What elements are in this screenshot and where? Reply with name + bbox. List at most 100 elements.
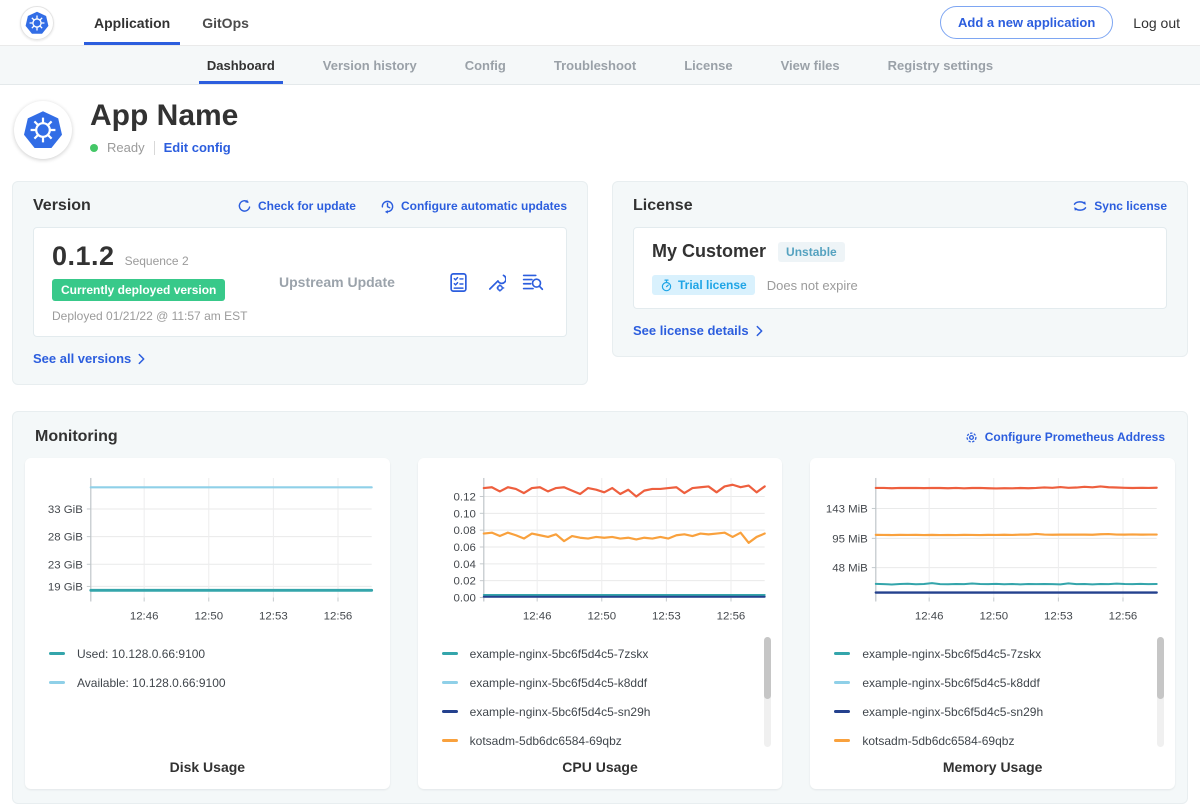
chevron-right-icon xyxy=(138,353,145,365)
svg-text:23 GiB: 23 GiB xyxy=(48,559,83,571)
chart-title: CPU Usage xyxy=(428,759,773,775)
legend-item: kotsadm-5db6dc6584-69qbz xyxy=(442,726,767,755)
topnav-tabs: ApplicationGitOps xyxy=(78,0,265,45)
config-wrench-icon[interactable] xyxy=(485,272,506,293)
configure-prometheus-link[interactable]: Configure Prometheus Address xyxy=(964,430,1165,445)
monitoring-title: Monitoring xyxy=(35,428,118,446)
add-application-button[interactable]: Add a new application xyxy=(940,6,1113,39)
subnav-tab-dashboard[interactable]: Dashboard xyxy=(183,46,299,84)
legend-label: example-nginx-5bc6f5d4c5-7zskx xyxy=(862,647,1041,661)
license-panel: License Sync license xyxy=(612,181,1188,357)
legend-item: example-nginx-5bc6f5d4c5-sn29h xyxy=(834,697,1159,726)
svg-text:0.12: 0.12 xyxy=(453,491,475,503)
legend-item: kotsadm-5db6dc6584-69qbz xyxy=(834,726,1159,755)
svg-text:12:56: 12:56 xyxy=(1109,610,1138,622)
chart-title: Disk Usage xyxy=(35,759,380,775)
svg-text:0.08: 0.08 xyxy=(453,525,475,537)
charts-row: 33 GiB28 GiB23 GiB19 GiB12:4612:5012:531… xyxy=(25,458,1175,789)
topnav-right: Add a new application Log out xyxy=(940,6,1180,39)
current-version-card: 0.1.2 Sequence 2 Currently deployed vers… xyxy=(33,227,567,337)
legend-scrollbar-thumb[interactable] xyxy=(1157,637,1164,699)
legend-scrollbar[interactable] xyxy=(764,637,771,747)
check-for-update-link[interactable]: Check for update xyxy=(237,199,356,214)
app-header: App Name Ready Edit config xyxy=(0,85,1200,175)
customer-name: My Customer xyxy=(652,241,766,262)
license-card: My Customer Unstable xyxy=(633,227,1167,309)
legend-scrollbar-thumb[interactable] xyxy=(764,637,771,699)
chart-legend: Used: 10.128.0.66:9100 Available: 10.128.… xyxy=(35,633,380,753)
chart-title: Memory Usage xyxy=(820,759,1165,775)
svg-text:12:53: 12:53 xyxy=(652,610,681,622)
chart-plot-cpu-usage: 0.120.100.080.060.040.020.0012:4612:5012… xyxy=(428,470,773,633)
subnav-tab-troubleshoot[interactable]: Troubleshoot xyxy=(530,46,660,84)
legend-label: Available: 10.128.0.66:9100 xyxy=(77,676,226,690)
sync-license-link[interactable]: Sync license xyxy=(1072,198,1167,214)
sync-arrows-icon xyxy=(1072,198,1088,214)
legend-dash-icon xyxy=(834,652,850,655)
subnav-tab-registry-settings[interactable]: Registry settings xyxy=(864,46,1017,84)
configure-automatic-updates-link[interactable]: Configure automatic updates xyxy=(380,199,567,214)
version-panel-title: Version xyxy=(33,197,91,215)
legend-label: example-nginx-5bc6f5d4c5-k8ddf xyxy=(862,676,1039,690)
schedule-icon xyxy=(380,199,395,214)
license-expiry: Does not expire xyxy=(767,278,858,293)
topnav-tab-gitops[interactable]: GitOps xyxy=(186,0,265,45)
svg-text:33 GiB: 33 GiB xyxy=(48,504,83,516)
refresh-icon xyxy=(237,199,252,214)
legend-dash-icon xyxy=(834,681,850,684)
legend-dash-icon xyxy=(442,739,458,742)
chart-card-cpu-usage: 0.120.100.080.060.040.020.0012:4612:5012… xyxy=(418,458,783,789)
see-license-details-link[interactable]: See license details xyxy=(633,323,763,338)
kubernetes-logo-icon[interactable] xyxy=(20,6,54,40)
preflight-checks-icon[interactable] xyxy=(448,272,469,293)
subnav-tab-view-files[interactable]: View files xyxy=(757,46,864,84)
chart-plot-disk-usage: 33 GiB28 GiB23 GiB19 GiB12:4612:5012:531… xyxy=(35,470,380,633)
svg-text:95 MiB: 95 MiB xyxy=(833,533,869,545)
version-sequence: Sequence 2 xyxy=(125,254,189,268)
svg-text:12:50: 12:50 xyxy=(587,610,616,622)
legend-dash-icon xyxy=(442,710,458,713)
svg-text:12:53: 12:53 xyxy=(259,610,288,622)
chart-plot-memory-usage: 143 MiB95 MiB48 MiB12:4612:5012:5312:56 xyxy=(820,470,1165,633)
svg-text:12:56: 12:56 xyxy=(716,610,745,622)
chart-legend: example-nginx-5bc6f5d4c5-7zskx example-ng… xyxy=(820,633,1165,753)
legend-dash-icon xyxy=(442,681,458,684)
svg-text:12:53: 12:53 xyxy=(1044,610,1073,622)
legend-item: Used: 10.128.0.66:9100 xyxy=(49,639,374,668)
view-diff-icon[interactable] xyxy=(522,271,544,293)
legend-label: Used: 10.128.0.66:9100 xyxy=(77,647,205,661)
svg-text:12:50: 12:50 xyxy=(980,610,1009,622)
subnav-tab-config[interactable]: Config xyxy=(441,46,530,84)
legend-dash-icon xyxy=(834,710,850,713)
svg-text:19 GiB: 19 GiB xyxy=(48,581,83,593)
edit-config-link[interactable]: Edit config xyxy=(164,140,231,155)
subnav-tab-version-history[interactable]: Version history xyxy=(299,46,441,84)
svg-text:12:46: 12:46 xyxy=(130,610,159,622)
legend-scrollbar[interactable] xyxy=(1157,637,1164,747)
topnav-tab-application[interactable]: Application xyxy=(78,0,186,45)
legend-item: example-nginx-5bc6f5d4c5-7zskx xyxy=(442,639,767,668)
svg-text:0.10: 0.10 xyxy=(453,508,475,520)
legend-item: Available: 10.128.0.66:9100 xyxy=(49,668,374,697)
chart-legend: example-nginx-5bc6f5d4c5-7zskxexample-ng… xyxy=(428,633,773,753)
svg-text:12:56: 12:56 xyxy=(324,610,353,622)
logout-link[interactable]: Log out xyxy=(1133,15,1180,31)
status-dot xyxy=(90,144,98,152)
cards-row: Version Check for update xyxy=(12,181,1188,385)
version-source: Upstream Update xyxy=(279,274,448,290)
legend-item: example-nginx-5bc6f5d4c5-7zskx xyxy=(834,639,1159,668)
monitoring-panel: Monitoring Configure Prometheus Address … xyxy=(12,411,1188,804)
svg-text:48 MiB: 48 MiB xyxy=(833,563,869,575)
app-status-row: Ready Edit config xyxy=(90,140,238,155)
stopwatch-icon xyxy=(660,279,673,292)
subnav-tab-license[interactable]: License xyxy=(660,46,756,84)
svg-text:0.06: 0.06 xyxy=(453,542,475,554)
legend-dash-icon xyxy=(442,652,458,655)
divider xyxy=(154,141,155,155)
version-panel: Version Check for update xyxy=(12,181,588,385)
see-all-versions-link[interactable]: See all versions xyxy=(33,351,145,366)
legend-label: kotsadm-5db6dc6584-69qbz xyxy=(862,734,1014,748)
svg-text:12:46: 12:46 xyxy=(915,610,944,622)
version-number: 0.1.2 xyxy=(52,241,115,272)
channel-badge: Unstable xyxy=(778,242,845,262)
